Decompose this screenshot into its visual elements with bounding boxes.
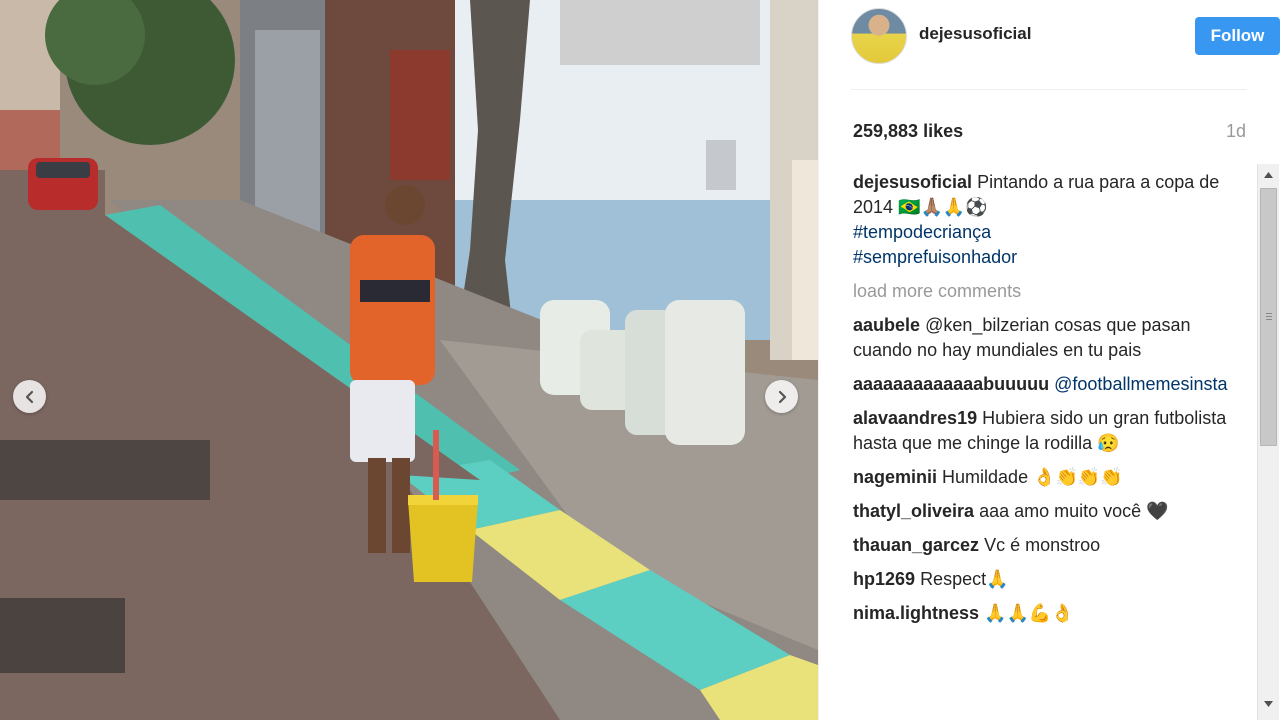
comment-username[interactable]: alavaandres19	[853, 408, 977, 428]
arrow-up-icon	[1264, 171, 1273, 178]
comment-item: alavaandres19 Hubiera sido un gran futbo…	[853, 406, 1253, 456]
grip-icon	[1266, 313, 1272, 314]
next-photo-button[interactable]	[765, 380, 798, 413]
header-divider	[851, 89, 1247, 90]
follow-button[interactable]: Follow	[1195, 17, 1280, 55]
comment-username[interactable]: thauan_garcez	[853, 535, 979, 555]
caption: dejesusoficial Pintando a rua para a cop…	[853, 170, 1253, 270]
comment-text: @footballmemesinsta	[1054, 374, 1228, 394]
comment-username[interactable]: hp1269	[853, 569, 915, 589]
comment-text: 🙏🙏💪👌	[984, 603, 1074, 623]
comments-list: dejesusoficial Pintando a rua para a cop…	[853, 170, 1253, 720]
likes-count[interactable]: 259,883 likes	[853, 121, 963, 142]
comment-item: aaaaaaaaaaaaabuuuuu @footballmemesinsta	[853, 372, 1253, 397]
street-photo-illustration	[0, 0, 818, 720]
previous-photo-button[interactable]	[13, 380, 46, 413]
comment-text: Vc é monstroo	[984, 535, 1101, 555]
hashtag[interactable]: #semprefuisonhador	[853, 247, 1017, 267]
scroll-up-button[interactable]	[1260, 166, 1277, 183]
comment-username[interactable]: aaaaaaaaaaaaabuuuuu	[853, 374, 1049, 394]
caption-username[interactable]: dejesusoficial	[853, 172, 972, 192]
comment-text: aaa amo muito você 🖤	[979, 501, 1169, 521]
comments-scrollbar[interactable]	[1257, 164, 1279, 720]
comment-item: nima.lightness 🙏🙏💪👌	[853, 601, 1253, 626]
hashtag[interactable]: #tempodecriança	[853, 222, 991, 242]
post-author-username[interactable]: dejesusoficial	[919, 24, 1031, 44]
comment-item: thauan_garcez Vc é monstroo	[853, 533, 1253, 558]
chevron-right-icon	[778, 390, 786, 403]
post-header: dejesusoficial Follow	[851, 8, 1280, 64]
comment-item: hp1269 Respect🙏	[853, 567, 1253, 592]
comment-item: thatyl_oliveira aaa amo muito você 🖤	[853, 499, 1253, 524]
post-photo	[0, 0, 818, 720]
comment-username[interactable]: aaubele	[853, 315, 920, 335]
comment-text: Humildade 👌👏👏👏	[942, 467, 1123, 487]
scroll-thumb[interactable]	[1260, 188, 1277, 446]
post-timestamp[interactable]: 1d	[1226, 121, 1246, 142]
scroll-down-button[interactable]	[1260, 695, 1277, 712]
comment-text: Respect🙏	[920, 569, 1009, 589]
comment-username[interactable]: nageminii	[853, 467, 937, 487]
arrow-down-icon	[1264, 700, 1273, 707]
comment-username[interactable]: thatyl_oliveira	[853, 501, 974, 521]
comment-username[interactable]: nima.lightness	[853, 603, 979, 623]
avatar[interactable]	[851, 8, 907, 64]
post-details-panel: dejesusoficial Follow 259,883 likes 1d d…	[818, 0, 1280, 720]
comment-item: nageminii Humildade 👌👏👏👏	[853, 465, 1253, 490]
chevron-left-icon	[25, 390, 33, 403]
load-more-comments-link[interactable]: load more comments	[853, 279, 1253, 304]
comment-item: aaubele @ken_bilzerian cosas que pasan c…	[853, 313, 1253, 363]
